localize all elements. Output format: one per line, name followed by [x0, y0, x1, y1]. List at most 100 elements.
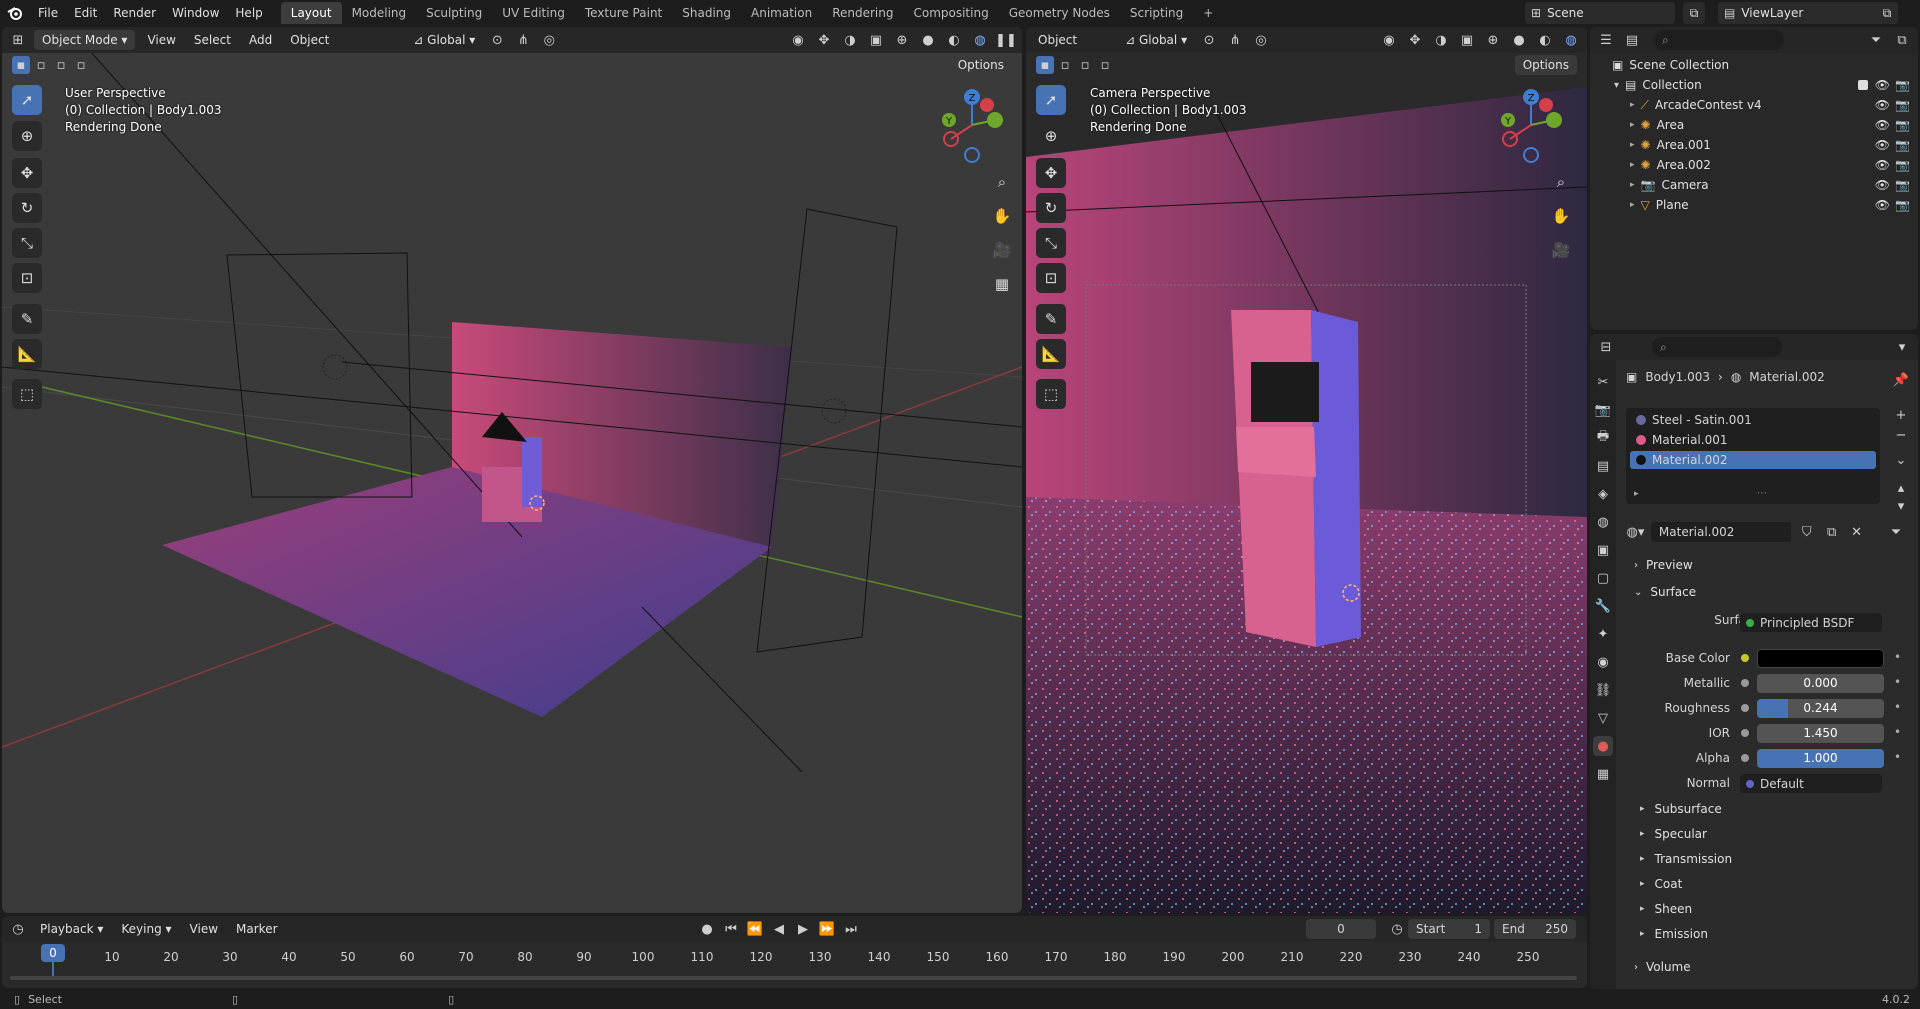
gizmo-toggle-icon-right[interactable]: ✥ [1405, 30, 1425, 50]
workspace-tab-shading[interactable]: Shading [672, 2, 741, 24]
scene-selector[interactable]: ⊞ Scene [1525, 2, 1675, 24]
eye-icon[interactable]: 👁 [1875, 158, 1890, 172]
view-menu-timeline[interactable]: View [184, 919, 224, 939]
outliner-search-input[interactable]: ⌕ [1654, 30, 1784, 50]
camera-view-icon[interactable]: 🎥 [989, 237, 1015, 263]
socket-icon[interactable] [1741, 704, 1749, 712]
add-slot-icon[interactable]: + [1891, 405, 1911, 425]
view-menu[interactable]: View [141, 30, 181, 50]
remove-slot-icon[interactable]: − [1891, 425, 1911, 445]
expand-arrow-icon[interactable]: ▸ [1630, 180, 1635, 190]
particles-icon[interactable]: ✦ [1593, 624, 1613, 644]
shading-render-icon-right[interactable]: ◍ [1561, 30, 1581, 50]
ortho-grid-icon[interactable]: ▦ [989, 271, 1015, 297]
move-up-icon[interactable]: ▴ [1891, 478, 1911, 498]
playback-menu[interactable]: Playback ▾ [34, 919, 109, 939]
menu-help[interactable]: Help [227, 0, 270, 26]
expand-arrow-icon[interactable]: ▸ [1630, 120, 1635, 130]
object-menu-right[interactable]: Object [1032, 30, 1083, 50]
material-slot[interactable]: Material.002 [1630, 451, 1876, 469]
start-frame-field[interactable]: Start 1 [1408, 919, 1490, 939]
output-icon[interactable]: 🖶 [1593, 428, 1613, 448]
jump-end-icon[interactable]: ⏭ [841, 919, 861, 939]
material-slot[interactable]: Steel - Satin.001 [1630, 411, 1876, 429]
shading-render-icon[interactable]: ◍ [970, 30, 990, 50]
expand-list-icon[interactable]: ▸ [1634, 489, 1639, 499]
eye-icon[interactable]: 👁 [1875, 178, 1890, 192]
workspace-tab-texture-paint[interactable]: Texture Paint [575, 2, 672, 24]
menu-render[interactable]: Render [105, 0, 164, 26]
object-icon[interactable]: ▢ [1593, 568, 1613, 588]
outliner-item[interactable]: ▸ ⟋ ArcadeContest v4 👁 📷 [1590, 95, 1918, 115]
annotate-tool-icon-right[interactable]: ✎ [1036, 304, 1066, 334]
keying-menu[interactable]: Keying ▾ [115, 919, 177, 939]
end-frame-field[interactable]: End 250 [1494, 919, 1576, 939]
select-box-tool-icon[interactable]: ➚ [12, 85, 42, 115]
subpanel-coat[interactable]: ▸ Coat [1640, 874, 1682, 894]
transform-tool-icon[interactable]: ⊡ [12, 263, 42, 293]
rotate-tool-icon[interactable]: ↻ [12, 193, 42, 223]
select-new-icon[interactable]: ▪ [12, 56, 30, 74]
select-invert-icon-right[interactable]: ▫ [1096, 56, 1114, 74]
expand-arrow-icon[interactable]: ▸ [1630, 160, 1635, 170]
render-camera-icon[interactable]: 📷 [1895, 178, 1910, 192]
zoom-icon-right[interactable]: ⌕ [1548, 169, 1574, 195]
modifier-icon[interactable]: 🔧 [1593, 596, 1613, 616]
gizmo-toggle-icon[interactable]: ✥ [814, 30, 834, 50]
render-camera-icon[interactable]: 📷 [1895, 138, 1910, 152]
physics-icon[interactable]: ◉ [1593, 652, 1613, 672]
annotate-tool-icon[interactable]: ✎ [12, 304, 42, 334]
pan-hand-icon[interactable]: ✋ [989, 203, 1015, 229]
properties-editor-icon[interactable]: ⊟ [1596, 337, 1616, 357]
visibility-icon-right[interactable]: ◉ [1379, 30, 1399, 50]
outliner-item[interactable]: ▸ ✺ Area.002 👁 📷 [1590, 155, 1918, 175]
viewlayer-selector[interactable]: ▤ ViewLayer [1718, 2, 1888, 24]
right-viewport[interactable]: Object ⊿ Global ▾ ⊙ ⋔ ◎ ◉ ✥ ◑ ▣ ⊕ ● ◐ ◍ … [1026, 27, 1587, 913]
pin-icon[interactable]: 📌 [1891, 370, 1911, 390]
pivot-icon-right[interactable]: ⊙ [1199, 30, 1219, 50]
pan-hand-icon-right[interactable]: ✋ [1548, 203, 1574, 229]
material-slot[interactable]: Material.001 [1630, 431, 1876, 449]
collection-icon[interactable]: ▣ [1593, 540, 1613, 560]
keyframe-dot-icon[interactable]: • [1894, 700, 1901, 714]
keyframe-dot-icon[interactable]: • [1894, 725, 1901, 739]
expand-arrow-icon[interactable]: ▸ [1630, 100, 1635, 110]
new-collection-icon[interactable]: ⧉ [1892, 30, 1912, 50]
jump-start-icon[interactable]: ⏮ [721, 919, 741, 939]
outliner-item[interactable]: ▸ ▽ Plane 👁 📷 [1590, 195, 1918, 215]
navigation-gizmo[interactable]: Z Y [937, 85, 1007, 165]
collection-checkbox[interactable] [1858, 80, 1868, 90]
subpanel-specular[interactable]: ▸ Specular [1640, 824, 1707, 844]
timeline-editor-icon[interactable]: ◷ [8, 919, 28, 939]
render-camera-icon[interactable]: 📷 [1895, 118, 1910, 132]
alpha-slider[interactable]: 1.000 [1757, 749, 1884, 768]
socket-icon[interactable] [1741, 729, 1749, 737]
camera-view-icon-right[interactable]: 🎥 [1548, 237, 1574, 263]
zoom-icon[interactable]: ⌕ [989, 169, 1015, 195]
add-cube-tool-icon-right[interactable]: ⬚ [1036, 379, 1066, 409]
transform-tool-icon-right[interactable]: ⊡ [1036, 263, 1066, 293]
workspace-tab-uv-editing[interactable]: UV Editing [492, 2, 575, 24]
timeline-scrollbar[interactable] [10, 976, 1577, 980]
volume-panel-header[interactable]: › Volume [1634, 956, 1691, 978]
menu-window[interactable]: Window [164, 0, 227, 26]
clock-icon[interactable]: ◷ [1387, 919, 1407, 939]
surface-panel-header[interactable]: ⌄ Surface [1634, 581, 1696, 603]
keyframe-dot-icon[interactable]: • [1894, 675, 1901, 689]
socket-icon[interactable] [1741, 654, 1749, 662]
snap-icon-right[interactable]: ⋔ [1225, 30, 1245, 50]
duplicate-material-icon[interactable]: ⧉ [1822, 522, 1841, 542]
eye-icon[interactable]: 👁 [1875, 198, 1890, 212]
overlay-icon-right[interactable]: ◑ [1431, 30, 1451, 50]
unlink-material-icon[interactable]: ✕ [1847, 522, 1866, 542]
subpanel-sheen[interactable]: ▸ Sheen [1640, 899, 1692, 919]
workspace-tab-animation[interactable]: Animation [741, 2, 822, 24]
metallic-slider[interactable]: 0.000 [1757, 674, 1884, 693]
marker-menu[interactable]: Marker [230, 919, 283, 939]
subpanel-subsurface[interactable]: ▸ Subsurface [1640, 799, 1722, 819]
cursor-tool-icon[interactable]: ⊕ [12, 121, 42, 151]
move-tool-icon-right[interactable]: ✥ [1036, 158, 1066, 188]
eye-icon[interactable]: 👁 [1875, 98, 1890, 112]
collection-row[interactable]: ▾ ▤ Collection 👁 📷 [1590, 75, 1918, 95]
workspace-tab-scripting[interactable]: Scripting [1120, 2, 1193, 24]
